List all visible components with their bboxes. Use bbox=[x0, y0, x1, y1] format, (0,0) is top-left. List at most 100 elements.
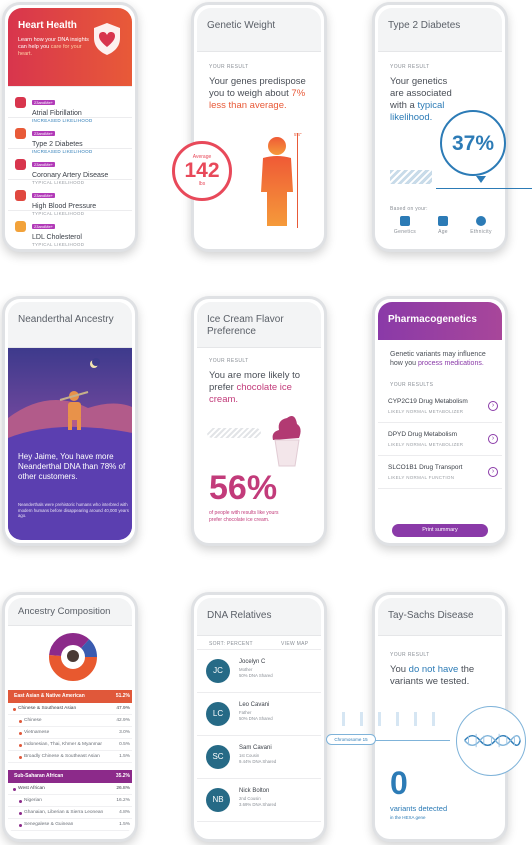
drug-row[interactable]: SLCO1B1 Drug Transport LIKELY NORMAL FUNC… bbox=[378, 456, 502, 489]
drug-name: CYP2C19 Drug Metabolism bbox=[388, 398, 468, 405]
likelihood-hatch bbox=[390, 170, 432, 184]
ancestry-row[interactable]: West African 26.8% bbox=[8, 783, 132, 795]
ancestry-row[interactable]: Chinese & Southeast Asian 47.9% bbox=[8, 703, 132, 715]
ancestry-value: 0.5% bbox=[119, 742, 130, 747]
relative-row[interactable]: NB Nick Bolton 2nd Cousin 3.69% DNA Shared bbox=[197, 779, 321, 822]
icecream-result-label: YOUR RESULT bbox=[209, 358, 249, 364]
ancestry-rows-1: Chinese & Southeast Asian 47.9% Chinese 42.… bbox=[8, 703, 132, 763]
heart-list: 23andMe+ Atrial Fibrillation INCREASED LIK… bbox=[8, 86, 132, 246]
relative-row[interactable]: LC Leo Cavani Father 50% DNA Shared bbox=[197, 693, 321, 736]
height-ruler bbox=[297, 133, 298, 228]
dna-helix-icon bbox=[464, 733, 521, 748]
drug-status: LIKELY NORMAL METABOLIZER bbox=[388, 442, 464, 447]
factor-label: Genetics bbox=[393, 229, 417, 235]
chevron-right-icon[interactable]: › bbox=[488, 467, 498, 477]
heart-icon bbox=[15, 159, 26, 170]
band-sub-saharan: Sub-Saharan African 35.2% bbox=[8, 770, 132, 783]
ancestry-label: Chinese & Southeast Asian bbox=[18, 706, 77, 711]
avatar: LC bbox=[206, 702, 230, 726]
neanderthal-headline: Hey Jaime, You have more Neanderthal DNA… bbox=[18, 452, 126, 481]
ancestry-row[interactable]: Broadly Chinese & Southeast Asian 1.5% bbox=[8, 751, 132, 763]
ancestry-row[interactable]: Chinese 42.9% bbox=[8, 715, 132, 727]
ancestry-row[interactable]: Vietnamese 3.0% bbox=[8, 727, 132, 739]
ancestry-label: Chinese bbox=[24, 718, 42, 723]
chevron-right-icon[interactable]: › bbox=[488, 434, 498, 444]
heart-condition-row[interactable]: 23andMe+ High Blood Pressure TYPICAL LIKEL… bbox=[8, 179, 132, 216]
person-figure-icon bbox=[261, 137, 293, 226]
factor-age: Age bbox=[424, 216, 462, 235]
ancestry-value: 47.9% bbox=[116, 706, 130, 711]
phone-ice-cream: Ice Cream Flavor Preference YOUR RESULT … bbox=[191, 296, 327, 546]
band-east-asian: East Asian & Native American 51.2% bbox=[8, 690, 132, 703]
ancestry-label: Nigerian bbox=[24, 798, 42, 803]
weight-header: Genetic Weight bbox=[197, 8, 321, 52]
relative-row[interactable]: SC Sam Cavani 1st Cousin 9.44% DNA Shared bbox=[197, 736, 321, 779]
pharma-header: Pharmacogenetics bbox=[378, 302, 502, 340]
avatar: SC bbox=[206, 745, 230, 769]
ancestry-row[interactable]: Indonesian, Thai, Khmer & Myanmar 0.5% bbox=[8, 739, 132, 751]
dna-shared: 9.44% DNA Shared bbox=[239, 758, 277, 764]
diabetes-percent-badge: 37% bbox=[440, 110, 506, 176]
relative-name: Jocelyn C bbox=[239, 659, 266, 665]
drug-name: SLCO1B1 Drug Transport bbox=[388, 464, 463, 471]
dna-zoom-circle bbox=[456, 706, 526, 776]
condition-likelihood: TYPICAL LIKELIHOOD bbox=[32, 242, 85, 246]
neanderthal-body: Neanderthals were prehistoric humans who… bbox=[18, 502, 129, 518]
gene-label: in the HEXA gene bbox=[390, 815, 426, 820]
color-dot bbox=[19, 824, 22, 827]
factor-icons: Genetics Age Ethnicity bbox=[386, 216, 502, 244]
condition-name: Atrial Fibrillation bbox=[32, 110, 82, 117]
icecream-result-text: You are more likely to prefer chocolate … bbox=[209, 370, 301, 405]
dna-icon bbox=[400, 216, 410, 226]
ancestry-row[interactable]: Senegalese & Guinean 1.5% bbox=[8, 819, 132, 831]
variant-count: 0 bbox=[390, 765, 408, 801]
view-map-button[interactable]: VIEW MAP bbox=[281, 641, 308, 647]
ancestry-label: Broadly Chinese & Southeast Asian bbox=[24, 754, 100, 759]
relative-details: Father 50% DNA Shared bbox=[239, 710, 273, 721]
condition-name: High Blood Pressure bbox=[32, 203, 97, 210]
ancestry-value: 42.9% bbox=[116, 718, 130, 723]
heart-condition-row[interactable]: 23andMe+ Coronary Artery Disease TYPICAL L… bbox=[8, 148, 132, 185]
color-dot bbox=[13, 788, 16, 791]
factor-label: Ethnicity bbox=[470, 229, 492, 235]
heart-header: Heart Health Learn how your DNA insights… bbox=[8, 8, 132, 86]
premium-tag: 23andMe+ bbox=[32, 224, 56, 229]
phone-genetic-weight: Genetic Weight YOUR RESULT Your genes pr… bbox=[191, 2, 327, 252]
drug-row[interactable]: CYP2C19 Drug Metabolism LIKELY NORMAL MET… bbox=[378, 390, 502, 423]
average-weight-badge: Average 142 lbs bbox=[172, 141, 232, 201]
heart-condition-row[interactable]: 23andMe+ LDL Cholesterol TYPICAL LIKELIHOO… bbox=[8, 210, 132, 246]
ancestry-row[interactable]: Ghanaian, Liberian & Sierra Leonean 4.8% bbox=[8, 807, 132, 819]
ancestry-value: 16.2% bbox=[116, 798, 130, 803]
heart-condition-row[interactable]: 23andMe+ Atrial Fibrillation INCREASED LIK… bbox=[8, 86, 132, 123]
chevron-right-icon[interactable]: › bbox=[488, 401, 498, 411]
taysachs-header: Tay-Sachs Disease bbox=[378, 598, 502, 636]
relative-name: Leo Cavani bbox=[239, 702, 270, 708]
ancestry-value: 3.0% bbox=[119, 730, 130, 735]
relative-row[interactable]: JC Jocelyn C Mother 50% DNA Shared bbox=[197, 650, 321, 693]
blood-drop-icon bbox=[15, 128, 26, 139]
sort-button[interactable]: SORT: PERCENT bbox=[209, 641, 253, 647]
heart-condition-row[interactable]: 23andMe+ Type 2 Diabetes INCREASED LIKELIH… bbox=[8, 117, 132, 154]
relatives-header: DNA Relatives bbox=[197, 598, 321, 636]
premium-tag: 23andMe+ bbox=[32, 193, 56, 198]
color-dot bbox=[19, 732, 22, 735]
heart-icon bbox=[15, 97, 26, 108]
ancestry-row[interactable]: Nigerian 16.2% bbox=[8, 795, 132, 807]
ancestry-value: 26.8% bbox=[116, 786, 130, 791]
premium-tag: 23andMe+ bbox=[32, 100, 56, 105]
ancestry-label: West African bbox=[18, 786, 45, 791]
phone-heart-health: Heart Health Learn how your DNA insights… bbox=[2, 2, 138, 252]
relative-details: 2nd Cousin 3.69% DNA Shared bbox=[239, 796, 276, 807]
drug-row[interactable]: DPYD Drug Metabolism LIKELY NORMAL METABO… bbox=[378, 423, 502, 456]
ancestry-donut-chart bbox=[49, 633, 97, 681]
avg-unit: lbs bbox=[198, 181, 206, 187]
color-dot bbox=[19, 800, 22, 803]
based-on-label: Based on your: bbox=[390, 206, 428, 212]
ancestry-label: Senegalese & Guinean bbox=[24, 822, 74, 827]
factor-genetics: Genetics bbox=[386, 216, 424, 235]
relative-name: Nick Bolton bbox=[239, 788, 270, 794]
print-summary-button[interactable]: Print summary bbox=[392, 524, 488, 537]
ancestry-value: 4.8% bbox=[119, 810, 130, 815]
diabetes-pointer-line bbox=[436, 188, 532, 189]
neanderthal-header: Neanderthal Ancestry bbox=[8, 302, 132, 348]
